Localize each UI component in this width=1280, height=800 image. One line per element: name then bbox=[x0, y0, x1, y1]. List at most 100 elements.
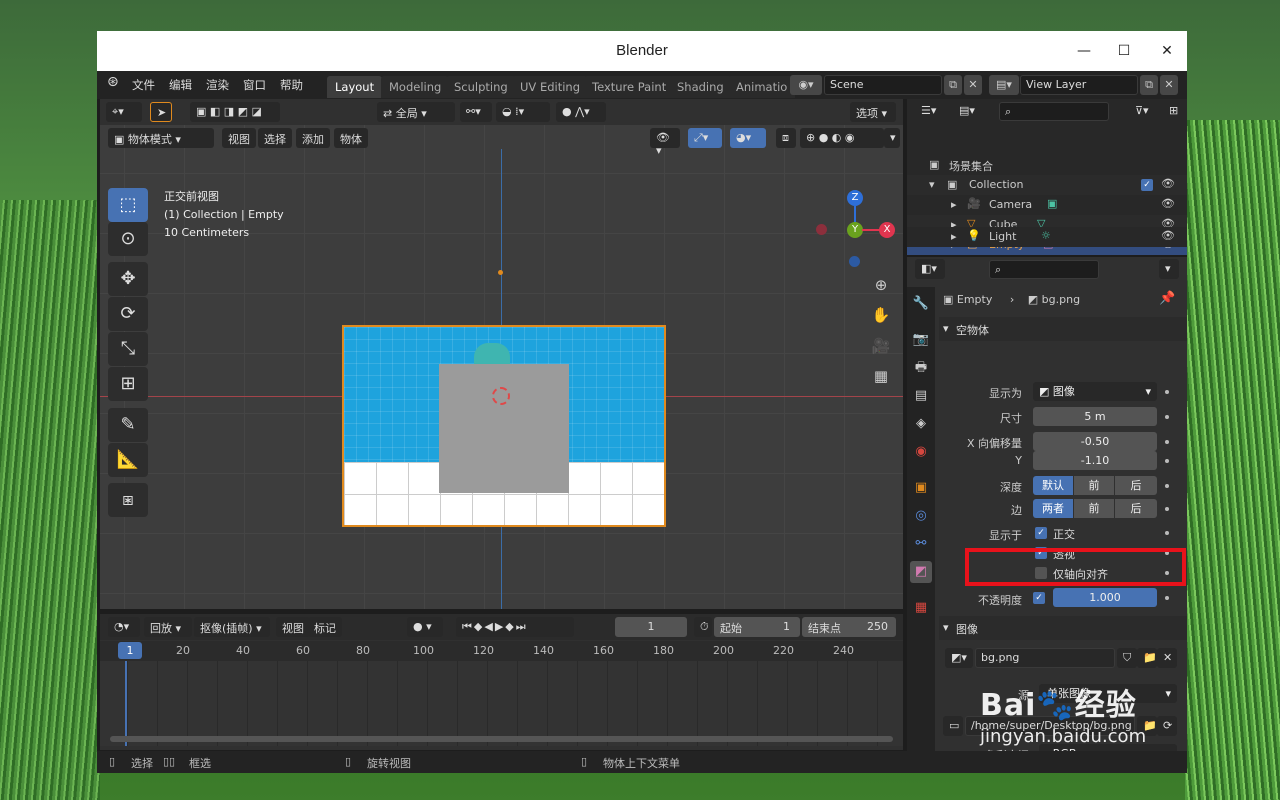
filter-icon[interactable]: ⊽▾ bbox=[1129, 101, 1159, 121]
unlink-icon[interactable]: ✕ bbox=[1157, 648, 1177, 668]
texture-tab-icon[interactable]: ▦ bbox=[910, 597, 932, 619]
collection-checkbox[interactable]: ✓ bbox=[1141, 179, 1153, 191]
y-offset-field[interactable]: -1.10 bbox=[1033, 451, 1157, 470]
maximize-icon[interactable]: ☐ bbox=[1112, 39, 1136, 63]
timeline-body[interactable] bbox=[100, 661, 903, 746]
end-frame-field[interactable]: 结束点 250 bbox=[802, 617, 896, 637]
select-mode-icon[interactable]: ➤ bbox=[150, 102, 172, 122]
start-frame-field[interactable]: 起始 1 bbox=[714, 617, 800, 637]
cursor-tool-icon[interactable]: ⊙ bbox=[108, 222, 148, 256]
properties-search-input[interactable]: ⌕ bbox=[989, 260, 1099, 279]
data-tab-icon[interactable]: ◩ bbox=[910, 561, 932, 583]
x-offset-field[interactable]: -0.50 bbox=[1033, 432, 1157, 451]
properties-options-icon[interactable]: ▾ bbox=[1159, 259, 1179, 279]
move-tool-icon[interactable]: ✥ bbox=[108, 262, 148, 296]
frame-indicator[interactable]: 1 bbox=[118, 642, 142, 659]
outliner-row-collection[interactable]: ▾ ▣ Collection ✓ 👁 bbox=[907, 175, 1187, 195]
image-name-field[interactable]: bg.png bbox=[975, 648, 1115, 668]
overlay-toggle-icon[interactable]: ◕▾ bbox=[730, 128, 766, 148]
image-panel-header[interactable]: ▾ 图像 bbox=[939, 616, 1187, 640]
menu-file[interactable]: 文件 bbox=[132, 77, 155, 93]
display-mode-icon[interactable]: ▤▾ bbox=[953, 101, 983, 121]
tab-animation[interactable]: Animatio bbox=[728, 76, 796, 98]
image-browse-icon[interactable]: ◩▾ bbox=[945, 648, 973, 668]
pivot-icon[interactable]: ⚯▾ bbox=[460, 102, 492, 122]
keyframe-dot[interactable] bbox=[1165, 415, 1169, 419]
opacity-checkbox[interactable]: ✓ bbox=[1033, 592, 1045, 604]
close-icon[interactable]: ✕ bbox=[1155, 39, 1179, 63]
record-icon[interactable]: ● ▾ bbox=[407, 617, 443, 637]
menu-help[interactable]: 帮助 bbox=[280, 77, 303, 93]
menu-window[interactable]: 窗口 bbox=[243, 77, 266, 93]
menu-view[interactable]: 视图 bbox=[222, 128, 256, 148]
fake-user-icon[interactable]: ⛉ bbox=[1117, 648, 1137, 668]
scene-tab-icon[interactable]: ◈ bbox=[910, 413, 932, 435]
delete-view-layer-icon[interactable]: ✕ bbox=[1160, 75, 1178, 95]
outliner-row-camera[interactable]: ▸ 🎥 Camera ▣ 👁 bbox=[907, 195, 1187, 215]
depth-default-button[interactable]: 默认 bbox=[1033, 476, 1073, 495]
mode-selector[interactable]: ▣ 物体模式 ▾ bbox=[108, 128, 214, 148]
annotate-tool-icon[interactable]: ✎ bbox=[108, 408, 148, 442]
blender-logo-icon[interactable]: ⊛ bbox=[107, 74, 119, 90]
tab-uv-editing[interactable]: UV Editing bbox=[512, 76, 588, 98]
depth-front-button[interactable]: 前 bbox=[1074, 476, 1114, 495]
menu-select[interactable]: 选择 bbox=[258, 128, 292, 148]
tool-tab-icon[interactable]: 🔧 bbox=[910, 293, 932, 315]
menu-edit[interactable]: 编辑 bbox=[169, 77, 192, 93]
selection-modes-icon[interactable]: ▣ ◧ ◨ ◩ ◪ bbox=[190, 102, 280, 122]
size-field[interactable]: 5 m bbox=[1033, 407, 1157, 426]
output-tab-icon[interactable]: 🖶 bbox=[910, 357, 932, 379]
properties-editor-type-icon[interactable]: ◧▾ bbox=[915, 259, 945, 279]
eye-icon[interactable]: 👁 bbox=[1161, 197, 1175, 210]
delete-scene-icon[interactable]: ✕ bbox=[964, 75, 982, 95]
render-tab-icon[interactable]: 📷 bbox=[910, 329, 932, 351]
ortho-grid-icon[interactable]: ▦ bbox=[870, 365, 892, 387]
timeline-ruler[interactable]: 1 20 40 60 80 100 120 140 160 180 200 22… bbox=[100, 641, 903, 661]
timeline-editor-type-icon[interactable]: ◔▾ bbox=[108, 617, 140, 637]
timeline-editor[interactable]: ◔▾ 回放 ▾ 抠像(插帧) ▾ 视图 标记 ● ▾ ⏮◆◀▶◆⏭ 1 ⏱ 起始… bbox=[100, 614, 903, 750]
scene-field[interactable]: Scene bbox=[824, 75, 942, 95]
tab-layout[interactable]: Layout bbox=[327, 76, 383, 98]
keying-menu[interactable]: 抠像(插帧) ▾ bbox=[194, 617, 270, 637]
world-tab-icon[interactable]: ◉ bbox=[910, 441, 932, 463]
add-cube-tool-icon[interactable]: ⧆ bbox=[108, 483, 148, 517]
stopwatch-icon[interactable]: ⏱ bbox=[694, 617, 712, 637]
ortho-checkbox[interactable]: ✓ bbox=[1035, 527, 1047, 539]
gizmo-z-axis[interactable]: Z bbox=[847, 190, 863, 206]
scale-tool-icon[interactable]: ⤡ bbox=[108, 332, 148, 366]
gizmo-y-axis[interactable]: Y bbox=[847, 222, 863, 238]
empty-panel-header[interactable]: ▾ 空物体 bbox=[939, 317, 1187, 341]
keyframe-dot[interactable] bbox=[1165, 459, 1169, 463]
outliner-row-light[interactable]: ▸ 💡 Light ☼ 👁 bbox=[907, 227, 1187, 247]
tab-texture-paint[interactable]: Texture Paint bbox=[584, 76, 675, 98]
editor-type-icon[interactable]: ⌖▾ bbox=[106, 102, 142, 122]
reload-icon[interactable]: ⟳ bbox=[1157, 716, 1177, 736]
proportional-edit-icon[interactable]: ● ⋀▾ bbox=[556, 102, 606, 122]
constraints-tab-icon[interactable]: ⚯ bbox=[910, 533, 932, 555]
navigation-gizmo[interactable]: Z Y X bbox=[816, 185, 903, 275]
cube-object[interactable] bbox=[439, 364, 569, 493]
outliner-search-input[interactable]: ⌕ bbox=[999, 102, 1109, 121]
visibility-icon[interactable]: 👁▾ bbox=[650, 128, 680, 157]
keyframe-dot[interactable] bbox=[1165, 484, 1169, 488]
gizmo-x-axis[interactable]: X bbox=[879, 222, 895, 238]
outliner-row-scene[interactable]: ▣ 场景集合 bbox=[907, 155, 1187, 175]
view-layer-icon[interactable]: ▤▾ bbox=[989, 75, 1019, 95]
open-folder-icon[interactable]: 📁 bbox=[1137, 648, 1157, 668]
zoom-icon[interactable]: ⊕ bbox=[870, 274, 892, 296]
new-collection-icon[interactable]: ⊞ bbox=[1163, 101, 1183, 121]
eye-icon[interactable]: 👁 bbox=[1161, 229, 1175, 242]
menu-object[interactable]: 物体 bbox=[334, 128, 368, 148]
object-tab-icon[interactable]: ▣ bbox=[910, 477, 932, 499]
3d-viewport[interactable]: ⌖▾ ➤ ▣ ◧ ◨ ◩ ◪ ⇄ 全局 ▾ ⚯▾ ◒ ⁞▾ ● ⋀▾ 选项 ▾ … bbox=[100, 99, 903, 609]
physics-tab-icon[interactable]: ◎ bbox=[910, 505, 932, 527]
side-both-button[interactable]: 两者 bbox=[1033, 499, 1073, 518]
gizmo-neg-z[interactable] bbox=[849, 256, 860, 267]
current-frame-field[interactable]: 1 bbox=[615, 617, 687, 637]
shading-options-icon[interactable]: ▾ bbox=[884, 128, 900, 148]
keyframe-dot[interactable] bbox=[1165, 390, 1169, 394]
properties-editor[interactable]: ◧▾ ⌕ ▾ 🔧 📷 🖶 ▤ ◈ ◉ ▣ ◎ ⚯ ◩ ▦ ▣ Empty › ◩… bbox=[907, 257, 1187, 763]
gizmo-toggle-icon[interactable]: ⤢▾ bbox=[688, 128, 722, 148]
tab-modeling[interactable]: Modeling bbox=[381, 76, 450, 98]
playback-controls-icon[interactable]: ⏮◆◀▶◆⏭ bbox=[456, 617, 574, 637]
